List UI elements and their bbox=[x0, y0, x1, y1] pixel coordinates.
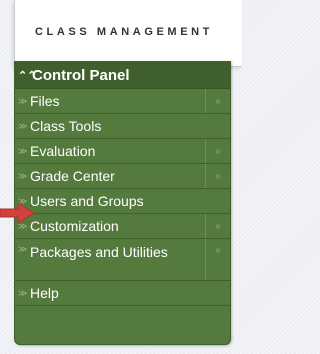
submenu-arrow-icon[interactable]: » bbox=[205, 89, 230, 113]
menu-item-label: Grade Center bbox=[30, 168, 115, 184]
menu-item-label: Files bbox=[30, 93, 60, 109]
tab-title: CLASS MANAGEMENT bbox=[35, 26, 213, 38]
menu-item-class-tools[interactable]: ≫ Class Tools bbox=[15, 114, 230, 139]
menu-item-label: Packages and Utilities bbox=[30, 244, 168, 260]
menu-item-grade-center[interactable]: ≫ Grade Center » bbox=[15, 164, 230, 189]
menu-item-users-and-groups[interactable]: ≫ Users and Groups bbox=[15, 189, 230, 214]
submenu-arrow-icon[interactable]: » bbox=[205, 214, 230, 238]
submenu-arrow-icon[interactable]: » bbox=[205, 139, 230, 163]
panel-title: Control Panel bbox=[32, 66, 130, 84]
menu-item-packages-and-utilities[interactable]: ≫ Packages and Utilities » bbox=[15, 239, 230, 281]
expand-icon[interactable]: ≫ bbox=[15, 146, 30, 157]
class-management-tab[interactable]: CLASS MANAGEMENT bbox=[14, 0, 242, 67]
submenu-arrow-icon[interactable]: » bbox=[205, 239, 230, 280]
expand-icon[interactable]: ≫ bbox=[15, 244, 30, 255]
menu-item-evaluation[interactable]: ≫ Evaluation » bbox=[15, 139, 230, 164]
collapse-icon[interactable]: ⌃⌃ bbox=[18, 69, 36, 82]
control-panel-header[interactable]: ⌃⌃ Control Panel bbox=[15, 62, 230, 89]
menu-item-label: Class Tools bbox=[30, 118, 102, 134]
menu-item-customization[interactable]: ≫ Customization » bbox=[15, 214, 230, 239]
menu-item-files[interactable]: ≫ Files » bbox=[15, 89, 230, 114]
menu-item-label: Users and Groups bbox=[30, 193, 144, 209]
expand-icon[interactable]: ≫ bbox=[15, 121, 30, 132]
menu-item-label: Customization bbox=[30, 218, 119, 234]
menu-item-label: Help bbox=[30, 285, 59, 301]
menu-item-label: Evaluation bbox=[30, 143, 96, 159]
control-panel: ⌃⌃ Control Panel ≫ Files » ≫ Class Tools… bbox=[14, 61, 231, 345]
expand-icon[interactable]: ≫ bbox=[15, 96, 30, 107]
menu-item-help[interactable]: ≫ Help bbox=[15, 281, 230, 306]
control-panel-menu: ≫ Files » ≫ Class Tools ≫ Evaluation » ≫… bbox=[15, 89, 230, 306]
submenu-arrow-icon[interactable]: » bbox=[205, 164, 230, 188]
expand-icon[interactable]: ≫ bbox=[15, 288, 30, 299]
red-arrow-icon bbox=[0, 202, 35, 224]
expand-icon[interactable]: ≫ bbox=[15, 171, 30, 182]
